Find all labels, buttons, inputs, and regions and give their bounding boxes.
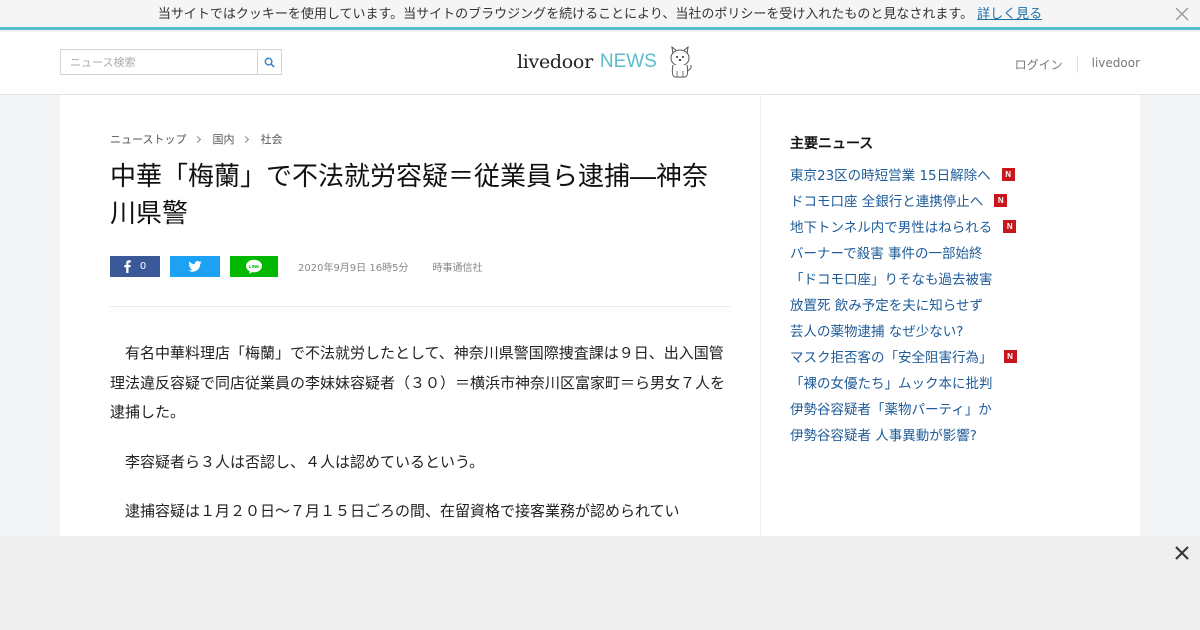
article-paragraph: 李容疑者ら３人は否認し、４人は認めているという。 [125,452,485,471]
site-logo[interactable]: livedoor NEWS [517,44,694,80]
search-icon [264,57,275,68]
breadcrumb-item-domestic[interactable]: 国内 [212,131,234,147]
divider [110,306,730,307]
top-news-list: 東京23区の時短営業 15日解除へ N ドコモ口座 全銀行と連携停止へ N 地下トンネル… [790,163,1017,449]
top-news-item-text: バーナーで殺害 事件の一部始終 [790,246,983,262]
top-news-item-text: 東京23区の時短営業 15日解除へ [790,168,991,184]
top-news-heading: 主要ニュース [790,136,874,152]
news-search [60,49,282,75]
new-badge: N [1003,349,1017,363]
top-news-item-text: 地下トンネル内で男性はねられる [790,220,993,236]
top-news-item[interactable]: 東京23区の時短営業 15日解除へ N [790,163,1017,189]
top-news-item-text: 「裸の女優たち」ムック本に批判 [790,376,993,392]
ad-banner [0,536,1200,630]
header-links: ログイン livedoor [1001,56,1140,73]
new-badge: N [1001,167,1015,181]
article-paragraph: 逮捕容疑は１月２０日～７月１５日ごろの間、在留資格で接客業務が認められてい [125,502,680,520]
line-icon: LINE [246,259,262,274]
svg-text:LINE: LINE [249,264,259,269]
new-badge: N [1003,219,1017,233]
search-button[interactable] [257,50,281,74]
top-news-item-text: 芸人の薬物逮捕 なぜ少ない? [790,324,964,340]
cookie-details-link[interactable]: 詳しく見る [977,7,1042,22]
top-news-item-text: マスク拒否客の「安全阻害行為」 [790,350,993,366]
top-news-item-text: 「ドコモ口座」りそなも過去被害 [790,272,993,288]
search-input[interactable] [61,50,257,74]
sidebar: 主要ニュース 東京23区の時短営業 15日解除へ N ドコモ口座 全銀行と連携停止へ… [760,95,1140,536]
article-body: 有名中華料理店「梅蘭」で不法就労したとして、神奈川県警国際捜査課は９日、出入国管… [110,339,730,547]
facebook-share-count: 0 [139,261,147,272]
article-title: 中華「梅蘭」で不法就労容疑＝従業員ら逮捕―神奈川県警 [110,162,709,229]
dog-mascot-icon [670,45,692,78]
login-link[interactable]: ログイン [1001,56,1077,73]
top-news-item[interactable]: 地下トンネル内で男性はねられる N [790,215,1017,241]
top-news-item[interactable]: 伊勢谷容疑者 人事異動が影響? [790,423,1017,449]
logo-main: livedoor [517,51,593,73]
top-news-item[interactable]: 伊勢谷容疑者「薬物パーティ」か [790,397,1017,423]
main-content: ニューストップ 国内 社会 中華「梅蘭」で不法就労容疑＝従業員ら逮捕―神奈川県警… [60,95,1140,536]
breadcrumb: ニューストップ 国内 社会 [110,131,282,147]
cookie-message: 当サイトではクッキーを使用しています。当サイトのブラウジングを続けることにより、… [157,7,974,22]
top-news-item[interactable]: 放置死 飲み予定を夫に知らせず [790,293,1017,319]
livedoor-link[interactable]: livedoor [1076,56,1140,73]
article-paragraph: 有名中華料理店「梅蘭」で不法就労したとして、神奈川県警国際捜査課は９日、出入国管… [110,344,726,421]
facebook-share-button[interactable]: 0 [110,256,160,277]
line-share-button[interactable]: LINE [230,256,278,277]
breadcrumb-item-top[interactable]: ニューストップ [110,131,186,147]
new-badge: N [994,193,1008,207]
chevron-right-icon [242,135,250,143]
article-date: 2020年9月9日 16時5分 [298,263,409,274]
top-news-item[interactable]: 芸人の薬物逮捕 なぜ少ない? [790,319,1017,345]
article-source[interactable]: 時事通信社 [432,259,482,274]
breadcrumb-item-society[interactable]: 社会 [260,131,282,147]
top-news-item[interactable]: ドコモ口座 全銀行と連携停止へ N [790,189,1017,215]
cookie-banner: 当サイトではクッキーを使用しています。当サイトのブラウジングを続けることにより、… [0,0,1200,30]
share-bar: 0 LINE 2020年9月9日 16時5分 時事通信社 [110,256,482,277]
site-header: livedoor NEWS ログイン livedoor [0,32,1200,95]
facebook-icon [124,260,131,273]
close-icon[interactable] [1174,545,1190,561]
top-news-item-text: 伊勢谷容疑者 人事異動が影響? [790,428,977,444]
chevron-right-icon [194,135,202,143]
top-news-item-text: 放置死 飲み予定を夫に知らせず [790,298,984,314]
top-news-item-text: ドコモ口座 全銀行と連携停止へ [790,194,984,210]
twitter-icon [188,261,202,272]
top-news-item[interactable]: 「ドコモ口座」りそなも過去被害 [790,267,1017,293]
twitter-share-button[interactable] [170,256,220,277]
top-news-item[interactable]: バーナーで殺害 事件の一部始終 [790,241,1017,267]
top-news-item[interactable]: 「裸の女優たち」ムック本に批判 [790,371,1017,397]
top-news-item[interactable]: マスク拒否客の「安全阻害行為」 N [790,345,1017,371]
close-icon[interactable] [1174,6,1190,22]
top-news-item-text: 伊勢谷容疑者「薬物パーティ」か [790,402,992,418]
logo-sub: NEWS [599,51,657,72]
